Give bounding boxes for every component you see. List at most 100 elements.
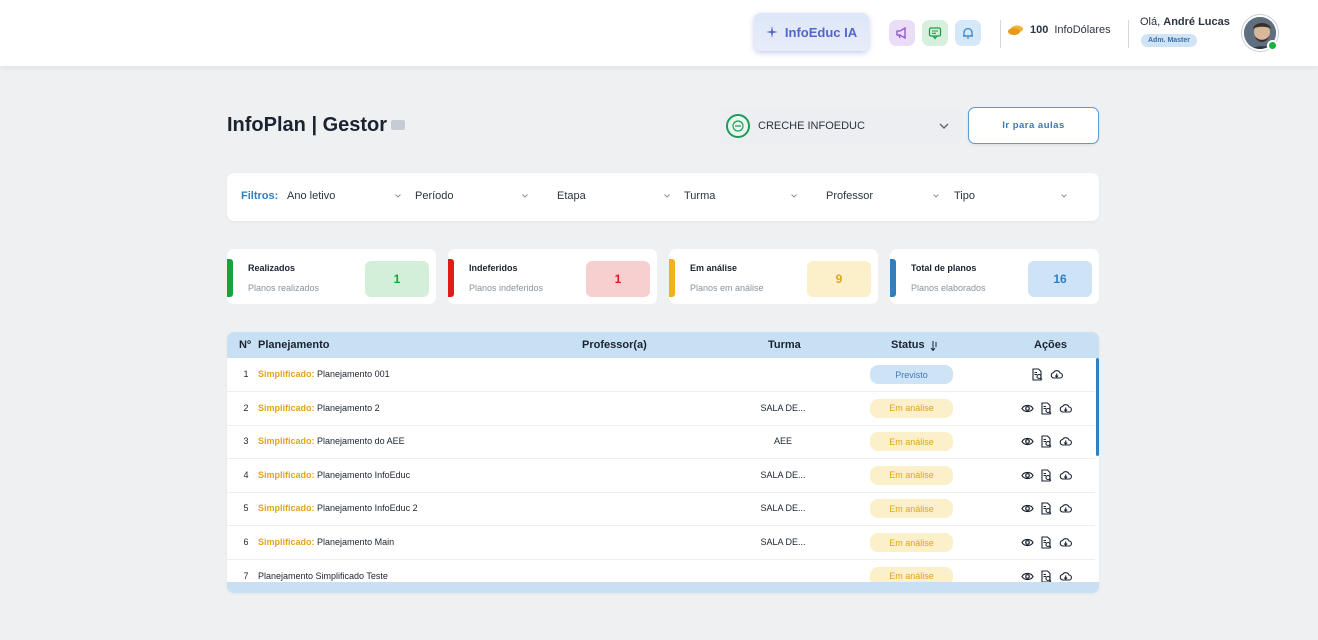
stat-title: Realizados (248, 263, 296, 273)
table-row[interactable]: 7 Planejamento Simplificado Teste Em análi… (227, 560, 1095, 582)
row-number: 6 (243, 537, 249, 547)
turma-cell: SALA DE... (760, 537, 806, 547)
download-cloud-icon[interactable] (1058, 468, 1073, 483)
stat-subtitle: Planos indeferidos (469, 283, 544, 293)
sort-icon[interactable] (930, 341, 938, 351)
plan-name-cell: Planejamento Simplificado Teste (258, 571, 388, 581)
download-cloud-icon[interactable] (1058, 434, 1073, 449)
status-badge: Em análise (870, 465, 953, 485)
plan-name: Planejamento do AEE (317, 436, 405, 447)
plan-name: Planejamento Simplificado Teste (258, 570, 388, 581)
table-row[interactable]: 6 Simplificado: Planejamento Main SALA DE.… (227, 526, 1095, 560)
row-actions (1020, 501, 1073, 516)
stat-value: 1 (586, 261, 650, 297)
top-bar: InfoEduc IA 100 InfoDólares Olá, André L… (0, 0, 1318, 66)
download-cloud-icon[interactable] (1058, 401, 1073, 416)
table-body: 1 Simplificado: Planejamento 001 Previsto 2… (227, 358, 1099, 582)
table-scrollbar[interactable] (1096, 358, 1099, 456)
coins-amount: 100 (1030, 24, 1049, 36)
eye-icon[interactable] (1020, 535, 1035, 550)
eye-icon[interactable] (1020, 468, 1035, 483)
row-number: 2 (243, 402, 249, 413)
table-header: Nº Planejamento Professor(a) Turma Statu… (227, 332, 1099, 358)
eye-icon[interactable] (1020, 501, 1035, 516)
col-status-header[interactable]: Status (891, 339, 925, 351)
plan-type-tag: Simplificado: (258, 537, 315, 547)
filter-ano-letivo[interactable]: Ano letivo (287, 190, 335, 202)
chat-icon[interactable] (922, 20, 948, 46)
status-badge: Em análise (870, 499, 953, 519)
user-greeting: Olá, André Lucas (1140, 16, 1230, 28)
filter-turma[interactable]: Turma (684, 190, 715, 202)
table-row[interactable]: 1 Simplificado: Planejamento 001 Previsto (227, 358, 1095, 392)
chevron-down-icon (664, 194, 670, 198)
eye-icon[interactable] (1020, 569, 1035, 582)
status-badge: Em análise (870, 566, 953, 582)
stat-title: Indeferidos (469, 263, 518, 273)
status-badge: Em análise (870, 533, 953, 552)
plan-name-cell: Simplificado: Planejamento InfoEduc (258, 470, 410, 480)
sparkle-icon (765, 26, 778, 38)
stat-accent-bar (669, 259, 675, 297)
review-doc-icon[interactable] (1039, 535, 1054, 550)
chevron-down-icon (791, 194, 797, 198)
stat-accent-bar (890, 259, 896, 297)
infoeduc-ia-button[interactable]: InfoEduc IA (754, 13, 869, 51)
plan-type-tag: Simplificado: (258, 369, 315, 379)
table-row[interactable]: 2 Simplificado: Planejamento 2 SALA DE... E… (227, 392, 1095, 426)
turma-cell: SALA DE... (760, 402, 806, 413)
video-icon[interactable] (391, 120, 405, 130)
table-row[interactable]: 5 Simplificado: Planejamento InfoEduc 2 SA… (227, 492, 1095, 527)
stat-value: 9 (807, 261, 871, 297)
download-cloud-icon[interactable] (1058, 569, 1073, 582)
stat-value: 1 (365, 261, 429, 297)
filter-professor[interactable]: Professor (826, 190, 873, 202)
coins-balance: 100 InfoDólares (1008, 24, 1111, 36)
plan-name-cell: Simplificado: Planejamento Main (258, 537, 394, 547)
plan-name-cell: Simplificado: Planejamento do AEE (258, 436, 405, 446)
filter-etapa[interactable]: Etapa (557, 190, 586, 202)
plan-name: Planejamento InfoEduc 2 (317, 503, 418, 514)
eye-icon[interactable] (1020, 434, 1035, 449)
chevron-down-icon (933, 194, 939, 198)
greeting-prefix: Olá, (1140, 16, 1161, 28)
review-doc-icon[interactable] (1039, 501, 1054, 516)
megaphone-icon[interactable] (889, 20, 915, 46)
stat-accent-bar (227, 259, 233, 297)
row-actions (1030, 367, 1064, 382)
filter-periodo[interactable]: Período (415, 190, 454, 202)
eye-icon[interactable] (1020, 401, 1035, 416)
table-row[interactable]: 4 Simplificado: Planejamento InfoEduc SALA… (227, 459, 1095, 493)
page-title: InfoPlan | Gestor (227, 114, 388, 136)
school-select[interactable]: CRECHE INFOEDUC (720, 108, 962, 144)
review-doc-icon[interactable] (1039, 468, 1054, 483)
plan-type-tag: Simplificado: (258, 503, 315, 514)
review-doc-icon[interactable] (1039, 434, 1054, 449)
plans-table: Nº Planejamento Professor(a) Turma Statu… (227, 332, 1099, 593)
user-name: André Lucas (1163, 16, 1230, 28)
chevron-down-icon (395, 194, 401, 198)
stat-card-realizados: Realizados Planos realizados 1 (227, 249, 436, 304)
row-number: 7 (243, 570, 249, 581)
go-to-classes-button[interactable]: Ir para aulas (968, 107, 1099, 144)
filter-tipo[interactable]: Tipo (954, 190, 975, 202)
col-acoes-header: Ações (1034, 339, 1068, 351)
status-badge: Em análise (870, 432, 953, 452)
table-row[interactable]: 3 Simplificado: Planejamento do AEE AEE Em … (227, 425, 1095, 460)
table-footer (227, 582, 1099, 593)
stat-card-em-analise: Em análise Planos em análise 9 (669, 249, 878, 304)
separator (1128, 20, 1129, 48)
row-actions (1020, 569, 1073, 582)
turma-cell: SALA DE... (760, 503, 806, 514)
download-cloud-icon[interactable] (1058, 501, 1073, 516)
stat-subtitle: Planos realizados (248, 283, 320, 293)
bell-icon[interactable] (955, 20, 981, 46)
row-number: 4 (243, 469, 249, 480)
row-actions (1020, 468, 1073, 483)
review-doc-icon[interactable] (1039, 569, 1054, 582)
download-cloud-icon[interactable] (1049, 367, 1064, 382)
review-doc-icon[interactable] (1030, 367, 1045, 382)
review-doc-icon[interactable] (1039, 401, 1054, 416)
download-cloud-icon[interactable] (1058, 535, 1073, 550)
col-turma-header: Turma (768, 339, 801, 351)
